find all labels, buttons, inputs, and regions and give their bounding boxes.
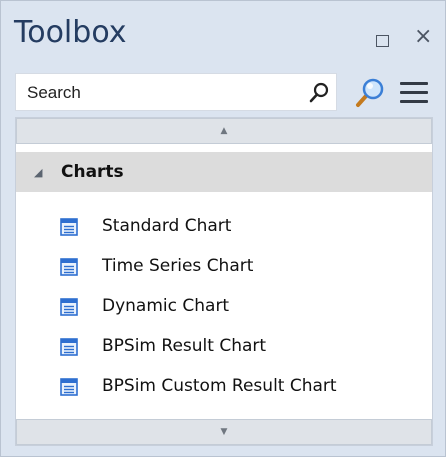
- scroll-down-button[interactable]: ▼: [16, 419, 432, 445]
- chart-items: Standard Chart Time Series Chart Dynamic…: [16, 212, 432, 412]
- group-header-charts[interactable]: ◢ Charts: [16, 152, 432, 192]
- group-label: Charts: [61, 162, 124, 182]
- search-input[interactable]: [25, 74, 289, 112]
- title-bar: Toolbox ×: [1, 1, 445, 63]
- list-item-label: Time Series Chart: [102, 256, 254, 276]
- list-item-label: BPSim Result Chart: [102, 336, 267, 356]
- maximize-icon[interactable]: [376, 35, 389, 47]
- chart-element-icon: [60, 298, 78, 316]
- list-item[interactable]: Standard Chart: [16, 212, 432, 252]
- chart-element-icon: [60, 258, 78, 276]
- chart-element-icon: [60, 338, 78, 356]
- list-item-label: Standard Chart: [102, 216, 232, 236]
- search-field[interactable]: [15, 73, 337, 112]
- list-item-label: Dynamic Chart: [102, 296, 230, 316]
- expand-arrow-icon[interactable]: ◢: [34, 166, 42, 179]
- chart-element-icon: [60, 378, 78, 396]
- panel-title: Toolbox: [14, 15, 127, 50]
- toolbox-panel: Toolbox × ▲ ◢ Charts: [0, 0, 446, 457]
- find-icon[interactable]: [355, 78, 385, 108]
- chart-element-icon: [60, 218, 78, 236]
- arrow-up-icon: ▲: [220, 126, 228, 136]
- arrow-down-icon: ▼: [220, 427, 228, 437]
- list-item[interactable]: BPSim Custom Result Chart: [16, 372, 432, 412]
- scroll-up-button[interactable]: ▲: [16, 118, 432, 144]
- toolbox-list: ▲ ◢ Charts Standard Chart Time Series Ch…: [15, 117, 433, 446]
- close-icon[interactable]: ×: [414, 26, 432, 48]
- search-row: [15, 73, 433, 112]
- list-item[interactable]: Dynamic Chart: [16, 292, 432, 332]
- list-item[interactable]: BPSim Result Chart: [16, 332, 432, 372]
- menu-icon[interactable]: [400, 82, 428, 104]
- list-item-label: BPSim Custom Result Chart: [102, 376, 337, 396]
- search-icon[interactable]: [308, 82, 330, 104]
- list-item[interactable]: Time Series Chart: [16, 252, 432, 292]
